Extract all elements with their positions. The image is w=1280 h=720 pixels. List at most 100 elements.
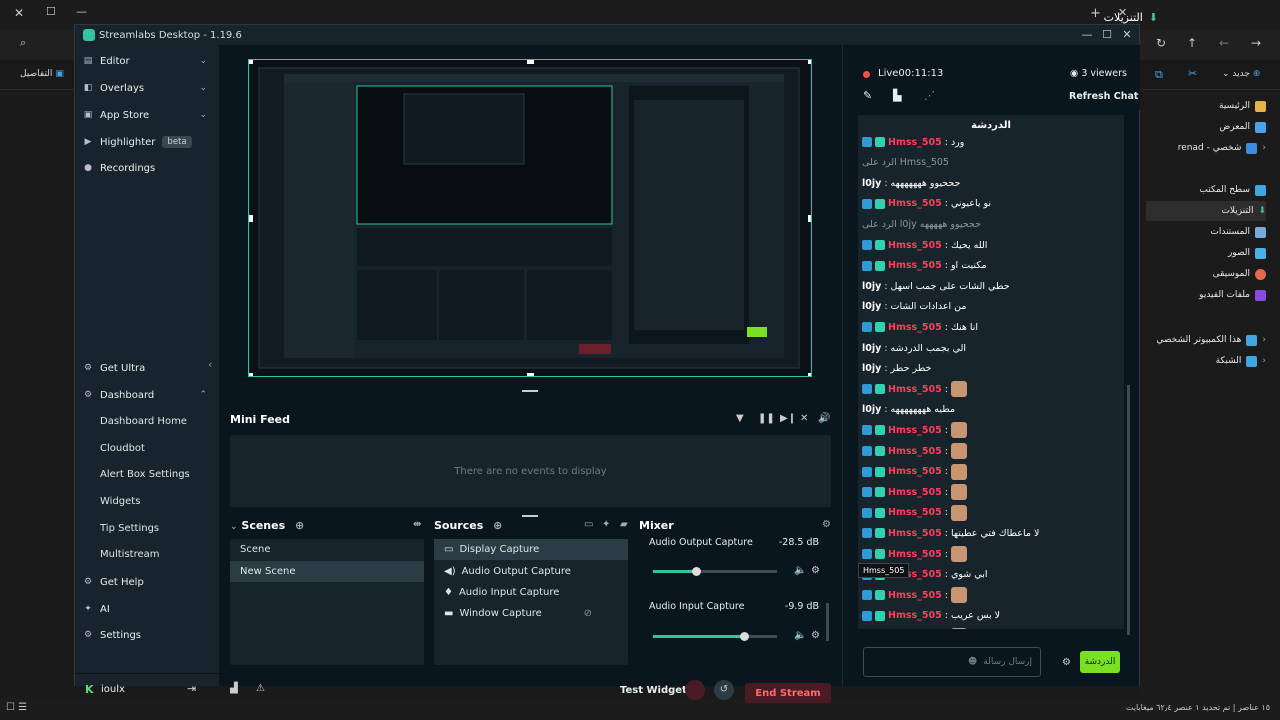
logout-icon[interactable]: ⇥ <box>187 682 196 695</box>
sidebar-item-desktop[interactable]: سطح المكتب <box>1146 180 1266 200</box>
collection-icon[interactable]: ▭ <box>584 519 593 530</box>
speaker-icon[interactable]: 🔈 <box>794 565 806 576</box>
alert-icon[interactable]: ⚠ <box>256 683 265 694</box>
chat-username[interactable]: Hmss_505 <box>888 446 942 457</box>
close-icon[interactable]: ✕ <box>1119 27 1135 43</box>
filter-icon[interactable]: ▼ <box>736 413 744 424</box>
nav-app-store[interactable]: ▣ App Store ⌄ <box>83 105 211 125</box>
sidebar-item-this-pc[interactable]: هذا الكمبيوتر الشخصي › <box>1146 330 1266 350</box>
volume-icon[interactable]: 🔊 <box>818 413 830 424</box>
volume-slider[interactable] <box>653 567 777 576</box>
resize-handle[interactable] <box>249 373 253 376</box>
nav-ai[interactable]: ✦ AI <box>83 599 211 619</box>
nav-multistream[interactable]: Multistream <box>100 549 160 560</box>
end-stream-button[interactable]: End Stream <box>745 683 831 703</box>
hidden-eye-icon[interactable]: ⊘ <box>584 608 592 619</box>
panel-drag-handle[interactable] <box>522 390 538 392</box>
maximize-icon[interactable]: ☐ <box>46 5 56 18</box>
nav-tip-settings[interactable]: Tip Settings <box>100 523 159 534</box>
replay-buffer-icon[interactable]: ↺ <box>714 680 734 700</box>
sidebar-item-gallery[interactable]: المعرض <box>1146 117 1266 137</box>
chat-scrollbar[interactable] <box>1127 385 1130 635</box>
chat-username[interactable]: Hmss_505 <box>888 507 942 518</box>
source-item[interactable]: ▬ Window Capture ⊘ <box>434 603 628 624</box>
minimize-icon[interactable]: — <box>76 5 87 18</box>
chat-username[interactable]: Hmss_505 <box>888 384 942 395</box>
maximize-icon[interactable]: ☐ <box>1099 27 1115 43</box>
add-source-icon[interactable]: ⊕ <box>493 519 502 532</box>
nav-alert-box-settings[interactable]: Alert Box Settings <box>100 469 190 480</box>
nav-highlighter[interactable]: ▶ Highlighter beta <box>83 132 211 152</box>
resize-handle[interactable] <box>808 60 811 64</box>
scene-item[interactable]: New Scene <box>230 561 424 582</box>
mute-alerts-icon[interactable]: ✕ <box>800 413 808 424</box>
nav-get-ultra[interactable]: ⚙ Get Ultra <box>83 358 211 378</box>
details-button[interactable]: التفاصيل ▣ <box>20 69 64 79</box>
scene-item[interactable]: Scene <box>230 539 424 560</box>
popout-icon[interactable]: ▙ <box>893 89 901 102</box>
chat-username[interactable]: Hmss_505 <box>888 137 942 148</box>
sidebar-item-network[interactable]: الشبكة › <box>1146 351 1266 371</box>
resize-handle[interactable] <box>527 373 534 376</box>
chat-username[interactable]: Hmss_505 <box>888 322 942 333</box>
folder-icon[interactable]: ▰ <box>620 519 628 530</box>
sidebar-item-downloads[interactable]: التنزيلات ⬇ <box>1146 201 1266 221</box>
chat-username[interactable]: l0jy <box>862 343 881 354</box>
skip-icon[interactable]: ▶❙ <box>780 413 796 424</box>
chat-send-button[interactable]: الدردشة <box>1080 651 1120 673</box>
volume-knob[interactable] <box>692 567 702 576</box>
refresh-chat-button[interactable]: Refresh Chat <box>1069 91 1138 102</box>
nav-overlays[interactable]: ◧ Overlays ⌄ <box>83 78 211 98</box>
speaker-icon[interactable]: 🔈 <box>794 630 806 641</box>
chat-username[interactable]: Hmss_505 <box>888 198 942 209</box>
forward-arrow-icon[interactable]: ← <box>1219 36 1229 50</box>
up-arrow-icon[interactable]: ↑ <box>1187 36 1197 50</box>
sidebar-item-videos[interactable]: ملفات الفيديو <box>1146 285 1266 305</box>
sidebar-item-personal[interactable]: renad - شخصي › <box>1146 138 1266 158</box>
nav-get-help[interactable]: ⚙ Get Help <box>83 572 211 592</box>
chat-username[interactable]: Hmss_505 <box>888 260 942 271</box>
chat-username[interactable]: Hmss_505 <box>888 425 942 436</box>
chat-username[interactable]: Hmss_505 <box>888 240 942 251</box>
channel-settings-icon[interactable]: ⚙ <box>811 565 820 576</box>
record-button[interactable] <box>685 680 705 700</box>
resize-handle[interactable] <box>249 60 253 64</box>
chevron-right-icon[interactable]: › <box>1262 335 1266 345</box>
group-icon[interactable]: ✦ <box>602 519 610 530</box>
sidebar-item-home[interactable]: الرئيسية <box>1146 96 1266 116</box>
view-toggle-icon[interactable]: ☐ ☰ <box>6 702 27 713</box>
scene-transitions-icon[interactable]: ⇹ <box>413 519 421 530</box>
panel-drag-handle[interactable] <box>522 515 538 517</box>
pause-icon[interactable]: ❚❚ <box>758 413 775 424</box>
chat-username[interactable]: l0jy <box>862 363 881 374</box>
stats-icon[interactable]: ▟ <box>230 683 238 694</box>
source-item[interactable]: ▭ Display Capture <box>434 539 628 560</box>
volume-slider[interactable] <box>653 632 777 641</box>
nav-recordings[interactable]: ● Recordings <box>83 158 211 178</box>
resize-handle[interactable] <box>808 215 811 222</box>
close-icon[interactable]: ✕ <box>14 6 24 20</box>
copy-icon[interactable]: ⧉ <box>1155 68 1163 82</box>
nav-cloudbot[interactable]: Cloudbot <box>100 443 145 454</box>
chat-username[interactable]: Hmss_505 <box>888 590 942 601</box>
emoji-icon[interactable]: ☻ <box>968 657 977 667</box>
resize-handle[interactable] <box>527 60 534 64</box>
new-button[interactable]: ⌄ جديد ⊕ <box>1222 69 1260 79</box>
chat-username[interactable]: l0jy <box>862 404 881 415</box>
back-arrow-icon[interactable]: → <box>1251 36 1261 50</box>
chat-username[interactable]: l0jy <box>862 281 881 292</box>
sidebar-item-pictures[interactable]: الصور <box>1146 243 1266 263</box>
sidebar-item-music[interactable]: الموسيقى <box>1146 264 1266 284</box>
refresh-icon[interactable]: ↻ <box>1156 36 1166 50</box>
chevron-right-icon[interactable]: › <box>1262 356 1266 366</box>
chat-username[interactable]: l0jy <box>862 301 881 312</box>
test-widgets-button[interactable]: Test Widgets <box>620 685 693 696</box>
nav-dashboard[interactable]: ⚙ Dashboard ⌃ <box>83 385 211 405</box>
edit-icon[interactable]: ✎ <box>863 89 872 102</box>
search-icon[interactable]: ⌕ <box>20 36 26 50</box>
chevron-down-icon[interactable]: ⌄ <box>230 522 238 532</box>
chat-input[interactable]: ☻ إرسال رسالة <box>863 647 1041 677</box>
nav-widgets[interactable]: Widgets <box>100 496 140 507</box>
mixer-settings-icon[interactable]: ⚙ <box>822 519 831 530</box>
resize-handle[interactable] <box>249 215 253 222</box>
